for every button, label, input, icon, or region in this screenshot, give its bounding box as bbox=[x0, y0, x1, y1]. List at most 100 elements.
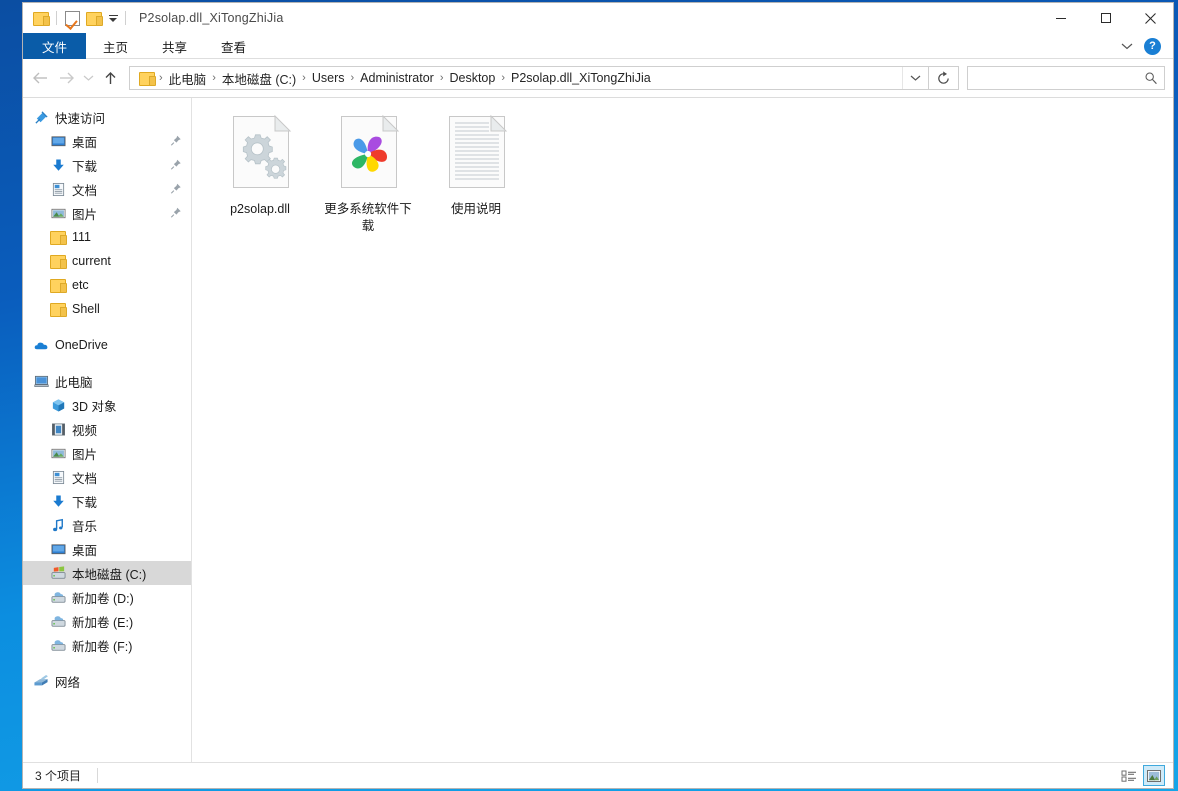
sidebar-label: OneDrive bbox=[55, 338, 108, 352]
sidebar-item-documents-pc[interactable]: 文档 bbox=[23, 465, 191, 489]
music-icon bbox=[50, 517, 66, 533]
sidebar-label: etc bbox=[72, 278, 89, 292]
sidebar-item-current[interactable]: current bbox=[23, 249, 191, 273]
breadcrumb-item-current-folder[interactable]: P2solap.dll_XiTongZhiJia bbox=[506, 71, 656, 85]
forward-button[interactable] bbox=[53, 63, 79, 93]
sidebar-item-volume-f[interactable]: 新加卷 (F:) bbox=[23, 633, 191, 657]
qat-new-folder-button[interactable] bbox=[83, 7, 105, 29]
back-button[interactable] bbox=[27, 63, 53, 93]
qat-divider-1 bbox=[56, 11, 57, 25]
close-button[interactable] bbox=[1128, 3, 1173, 33]
drive-icon bbox=[50, 589, 66, 605]
file-item[interactable]: 更多系统软件下载 bbox=[314, 112, 422, 235]
qat-customize-dropdown[interactable] bbox=[105, 7, 121, 29]
sidebar-item-onedrive[interactable]: OneDrive bbox=[23, 333, 191, 357]
sidebar-label: 音乐 bbox=[72, 519, 98, 534]
file-name: p2solap.dll bbox=[230, 202, 290, 216]
desktop-icon bbox=[50, 541, 66, 557]
breadcrumb-item-desktop[interactable]: Desktop bbox=[444, 71, 500, 85]
tab-share[interactable]: 共享 bbox=[145, 33, 204, 59]
breadcrumb: › 此电脑 › 本地磁盘 (C:) › Users › Administrato… bbox=[130, 69, 902, 88]
sidebar-item-this-pc[interactable]: 此电脑 bbox=[23, 369, 191, 393]
computer-icon bbox=[33, 373, 49, 389]
file-name: 更多系统软件下载 bbox=[324, 202, 412, 233]
download-icon bbox=[50, 493, 66, 509]
sidebar-item-shell[interactable]: Shell bbox=[23, 297, 191, 321]
sidebar-item-documents[interactable]: 文档 bbox=[23, 177, 191, 201]
tab-file[interactable]: 文件 bbox=[23, 33, 87, 59]
up-button[interactable] bbox=[97, 63, 123, 93]
recent-locations-button[interactable] bbox=[79, 63, 97, 93]
drive-windows-icon bbox=[50, 565, 66, 581]
sidebar-item-downloads[interactable]: 下载 bbox=[23, 153, 191, 177]
internet-shortcut-pinwheel-icon bbox=[335, 114, 401, 194]
sidebar-item-local-disk-c[interactable]: 本地磁盘 (C:) bbox=[23, 561, 191, 585]
sidebar-item-desktop-pc[interactable]: 桌面 bbox=[23, 537, 191, 561]
maximize-button[interactable] bbox=[1083, 3, 1128, 33]
sidebar-item-quick-access[interactable]: 快速访问 bbox=[23, 105, 191, 129]
refresh-button[interactable] bbox=[929, 66, 959, 90]
sidebar-item-downloads-pc[interactable]: 下载 bbox=[23, 489, 191, 513]
help-button[interactable]: ? bbox=[1144, 37, 1161, 55]
file-explorer-window: P2solap.dll_XiTongZhiJia 文件 主页 共享 查看 ? ›… bbox=[22, 2, 1174, 789]
network-icon bbox=[33, 673, 49, 689]
sidebar-item-pictures[interactable]: 图片 bbox=[23, 201, 191, 225]
sidebar-item-videos[interactable]: 视频 bbox=[23, 417, 191, 441]
item-count-label: 3 个项目 bbox=[35, 769, 82, 783]
folder-icon bbox=[50, 277, 67, 293]
details-view-button[interactable] bbox=[1118, 765, 1140, 786]
breadcrumb-item-this-pc[interactable]: 此电脑 bbox=[164, 69, 212, 88]
tab-view[interactable]: 查看 bbox=[204, 33, 263, 59]
qat-properties-button[interactable] bbox=[61, 7, 83, 29]
file-item[interactable]: 使用说明 bbox=[422, 112, 530, 235]
address-bar[interactable]: › 此电脑 › 本地磁盘 (C:) › Users › Administrato… bbox=[129, 66, 929, 90]
breadcrumb-item-local-disk-c[interactable]: 本地磁盘 (C:) bbox=[217, 69, 301, 88]
sidebar-label: current bbox=[72, 254, 111, 268]
address-dropdown-button[interactable] bbox=[902, 67, 928, 89]
address-bar-row: › 此电脑 › 本地磁盘 (C:) › Users › Administrato… bbox=[23, 59, 1173, 97]
folder-icon bbox=[50, 253, 67, 269]
sidebar-label: 文档 bbox=[72, 471, 98, 486]
tab-home[interactable]: 主页 bbox=[86, 33, 145, 59]
ribbon-right-controls: ? bbox=[1116, 33, 1169, 59]
sidebar-item-network[interactable]: 网络 bbox=[23, 669, 191, 693]
explorer-body: 快速访问 桌面 下载 文档 图片 111 current etc Shell O… bbox=[23, 97, 1173, 762]
sidebar-item-3d-objects[interactable]: 3D 对象 bbox=[23, 393, 191, 417]
file-item[interactable]: p2solap.dll bbox=[206, 112, 314, 235]
search-input[interactable] bbox=[968, 70, 1144, 86]
download-icon bbox=[50, 157, 66, 173]
ribbon-collapse-button[interactable] bbox=[1116, 35, 1138, 57]
minimize-button[interactable] bbox=[1038, 3, 1083, 33]
qat-folder-icon[interactable] bbox=[30, 7, 52, 29]
sidebar-label: 新加卷 (E:) bbox=[72, 615, 134, 630]
sidebar-item-desktop[interactable]: 桌面 bbox=[23, 129, 191, 153]
sidebar-item-pictures-pc[interactable]: 图片 bbox=[23, 441, 191, 465]
arrow-right-icon bbox=[59, 72, 74, 84]
status-divider bbox=[97, 768, 99, 783]
chevron-down-icon bbox=[1121, 43, 1133, 50]
cloud-icon bbox=[33, 337, 49, 353]
sidebar-label: 111 bbox=[72, 230, 92, 244]
large-icons-view-button[interactable] bbox=[1143, 765, 1165, 786]
sidebar-item-volume-d[interactable]: 新加卷 (D:) bbox=[23, 585, 191, 609]
sidebar-item-etc[interactable]: etc bbox=[23, 273, 191, 297]
search-box[interactable] bbox=[967, 66, 1165, 90]
breadcrumb-item-administrator[interactable]: Administrator bbox=[355, 71, 439, 85]
sidebar-label: 网络 bbox=[55, 675, 81, 690]
sidebar-label: 此电脑 bbox=[55, 375, 93, 390]
navigation-pane[interactable]: 快速访问 桌面 下载 文档 图片 111 current etc Shell O… bbox=[23, 98, 192, 762]
sidebar-item-music[interactable]: 音乐 bbox=[23, 513, 191, 537]
sidebar-item-volume-e[interactable]: 新加卷 (E:) bbox=[23, 609, 191, 633]
sidebar-label: 3D 对象 bbox=[72, 399, 117, 414]
sidebar-item-111[interactable]: 111 bbox=[23, 225, 191, 249]
file-list-view[interactable]: p2solap.dll 更多系统软件下载 使用说明 bbox=[192, 98, 1173, 762]
sidebar-label: 下载 bbox=[72, 159, 98, 174]
file-name: 使用说明 bbox=[450, 202, 501, 216]
3d-objects-icon bbox=[50, 397, 66, 413]
drive-icon bbox=[50, 613, 66, 629]
ribbon-tab-bar: 文件 主页 共享 查看 ? bbox=[23, 33, 1173, 59]
breadcrumb-item-users[interactable]: Users bbox=[307, 71, 350, 85]
title-bar: P2solap.dll_XiTongZhiJia bbox=[23, 3, 1173, 33]
text-document-icon bbox=[443, 114, 509, 194]
